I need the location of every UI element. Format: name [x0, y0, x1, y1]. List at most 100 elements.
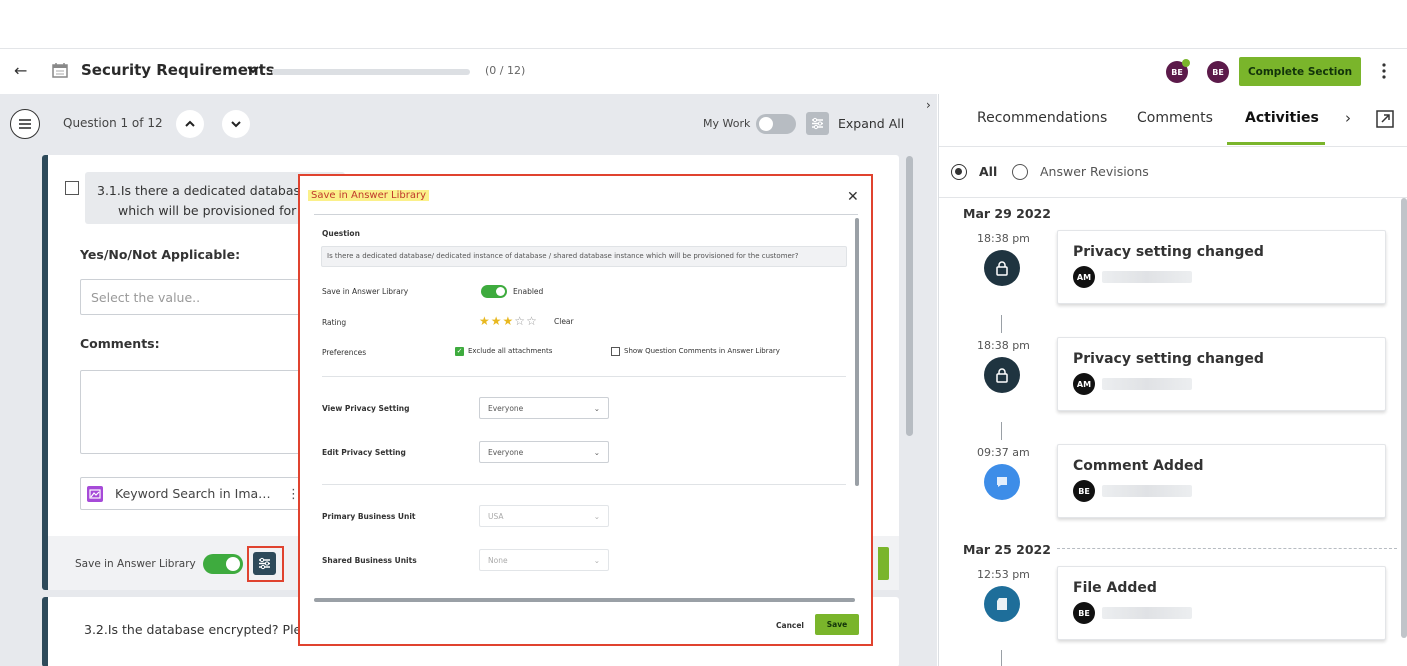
save-in-library-label: Save in Answer Library	[322, 287, 409, 296]
timeline-connector	[1001, 422, 1002, 440]
view-privacy-label: View Privacy Setting	[322, 404, 410, 413]
image-icon	[87, 486, 103, 502]
file-icon	[984, 586, 1020, 622]
question-checkbox[interactable]	[65, 181, 79, 195]
dialog-title: Save in Answer Library	[308, 190, 429, 201]
chevron-down-icon: ⌄	[593, 447, 600, 457]
comments-label: Comments:	[80, 336, 160, 351]
star-empty-icon[interactable]: ☆	[514, 314, 526, 328]
primary-bu-label: Primary Business Unit	[322, 512, 416, 521]
activity-time: 09:37 am	[977, 446, 1030, 459]
progress-count: (0 / 12)	[485, 64, 526, 77]
answer-label: Yes/No/Not Applicable:	[80, 247, 241, 262]
question-2-text: 3.2.Is the database encrypted? Please	[84, 622, 324, 637]
comment-icon	[984, 464, 1020, 500]
cancel-button[interactable]: Cancel	[776, 621, 804, 630]
star-filled-icon[interactable]: ★	[491, 314, 503, 328]
save-library-label: Save in Answer Library	[75, 558, 196, 570]
more-vertical-icon[interactable]	[1380, 62, 1388, 84]
rating-label: Rating	[322, 318, 347, 327]
chevron-down-icon: ⌄	[593, 511, 600, 521]
filter-all-radio[interactable]	[951, 164, 967, 180]
question-text-line1: 3.1.Is there a dedicated database/ d	[97, 183, 324, 198]
dialog-horizontal-scrollbar[interactable]	[314, 598, 855, 602]
activity-card[interactable]: Privacy setting changed AM	[1057, 337, 1386, 411]
exclude-attachments-label: Exclude all attachments	[468, 347, 553, 355]
my-work-label: My Work	[703, 117, 751, 130]
blurred-user-name	[1102, 378, 1192, 390]
edit-privacy-label: Edit Privacy Setting	[322, 448, 406, 457]
tab-comments[interactable]: Comments	[1137, 110, 1213, 126]
timeline-connector	[1001, 650, 1002, 666]
section-progress-bar	[272, 69, 470, 75]
user-avatar-1[interactable]: BE	[1166, 59, 1190, 83]
activity-time: 12:53 pm	[977, 568, 1030, 581]
save-answer-library-dialog: Save in Answer Library ✕ Question Is the…	[298, 174, 873, 646]
lock-icon	[984, 357, 1020, 393]
open-external-icon[interactable]	[1375, 109, 1395, 133]
next-question-button[interactable]	[222, 110, 250, 138]
active-tab-indicator	[1227, 142, 1325, 145]
question-text-field: Is there a dedicated database/ dedicated…	[321, 246, 847, 267]
library-settings-icon[interactable]	[253, 552, 276, 575]
user-avatar-2[interactable]: BE	[1207, 61, 1229, 83]
my-work-toggle[interactable]	[756, 114, 796, 134]
star-rating[interactable]: ★★★☆☆	[479, 314, 538, 328]
date-divider	[1057, 548, 1397, 549]
answer-select[interactable]: Select the value..	[80, 279, 310, 315]
star-filled-icon[interactable]: ★	[503, 314, 515, 328]
question-counter: Question 1 of 12	[63, 116, 163, 130]
filter-settings-icon[interactable]	[806, 112, 829, 135]
activity-time: 18:38 pm	[977, 339, 1030, 352]
star-filled-icon[interactable]: ★	[479, 314, 491, 328]
collapse-panel-chevron-icon[interactable]: ›	[926, 98, 931, 112]
save-answer-button-edge[interactable]	[878, 547, 889, 580]
blurred-user-name	[1102, 271, 1192, 283]
activity-date-1: Mar 29 2022	[963, 206, 1051, 221]
section-dropdown-chevron-icon[interactable]	[246, 62, 260, 81]
activity-card[interactable]: Comment Added BE	[1057, 444, 1386, 518]
edit-privacy-select[interactable]: Everyone ⌄	[479, 441, 609, 463]
exclude-attachments-checkbox[interactable]: ✓	[455, 347, 464, 356]
back-arrow-icon[interactable]: ←	[14, 61, 27, 80]
tabs-next-chevron-icon[interactable]: ›	[1345, 109, 1351, 127]
activity-card[interactable]: Privacy setting changed AM	[1057, 230, 1386, 304]
activity-panel: Recommendations Comments Activities › Al…	[938, 94, 1407, 666]
keyword-search-image-field[interactable]: Keyword Search in Ima… ⋮	[80, 477, 310, 510]
star-empty-icon[interactable]: ☆	[526, 314, 538, 328]
blurred-user-name	[1102, 607, 1192, 619]
clear-rating-link[interactable]: Clear	[554, 317, 574, 326]
save-button[interactable]: Save	[815, 614, 859, 635]
user-avatar: AM	[1073, 373, 1095, 395]
filter-revisions-radio[interactable]	[1012, 164, 1028, 180]
activity-scrollbar[interactable]	[1401, 198, 1407, 638]
primary-bu-select[interactable]: USA ⌄	[479, 505, 609, 527]
filter-all-label: All	[979, 164, 998, 179]
previous-question-button[interactable]	[176, 110, 204, 138]
dialog-vertical-scrollbar[interactable]	[855, 218, 859, 486]
question-field-value: Is there a dedicated database/ dedicated…	[327, 252, 799, 260]
save-library-toggle[interactable]	[203, 554, 243, 574]
activity-time: 18:38 pm	[977, 232, 1030, 245]
shared-bu-label: Shared Business Units	[322, 556, 417, 565]
user-avatar: AM	[1073, 266, 1095, 288]
expand-all-button[interactable]: Expand All	[838, 116, 904, 131]
menu-icon[interactable]	[10, 109, 40, 139]
view-privacy-select[interactable]: Everyone ⌄	[479, 397, 609, 419]
keyword-search-label: Keyword Search in Ima…	[115, 486, 271, 501]
tab-recommendations[interactable]: Recommendations	[977, 110, 1107, 126]
enabled-toggle[interactable]	[481, 285, 507, 298]
enabled-label: Enabled	[513, 287, 544, 296]
activity-title: Privacy setting changed	[1073, 351, 1264, 367]
comments-textarea[interactable]	[80, 370, 310, 454]
show-comments-checkbox[interactable]	[611, 347, 620, 356]
shared-bu-select[interactable]: None ⌄	[479, 549, 609, 571]
show-comments-label: Show Question Comments in Answer Library	[624, 347, 780, 355]
activity-date-2: Mar 25 2022	[963, 542, 1051, 557]
close-icon[interactable]: ✕	[847, 189, 859, 205]
question-text-line2: which will be provisioned for th	[118, 203, 314, 218]
tab-activities[interactable]: Activities	[1245, 110, 1319, 126]
complete-section-button[interactable]: Complete Section	[1239, 57, 1361, 86]
activity-card[interactable]: File Added BE	[1057, 566, 1386, 640]
left-scrollbar[interactable]	[906, 156, 913, 436]
